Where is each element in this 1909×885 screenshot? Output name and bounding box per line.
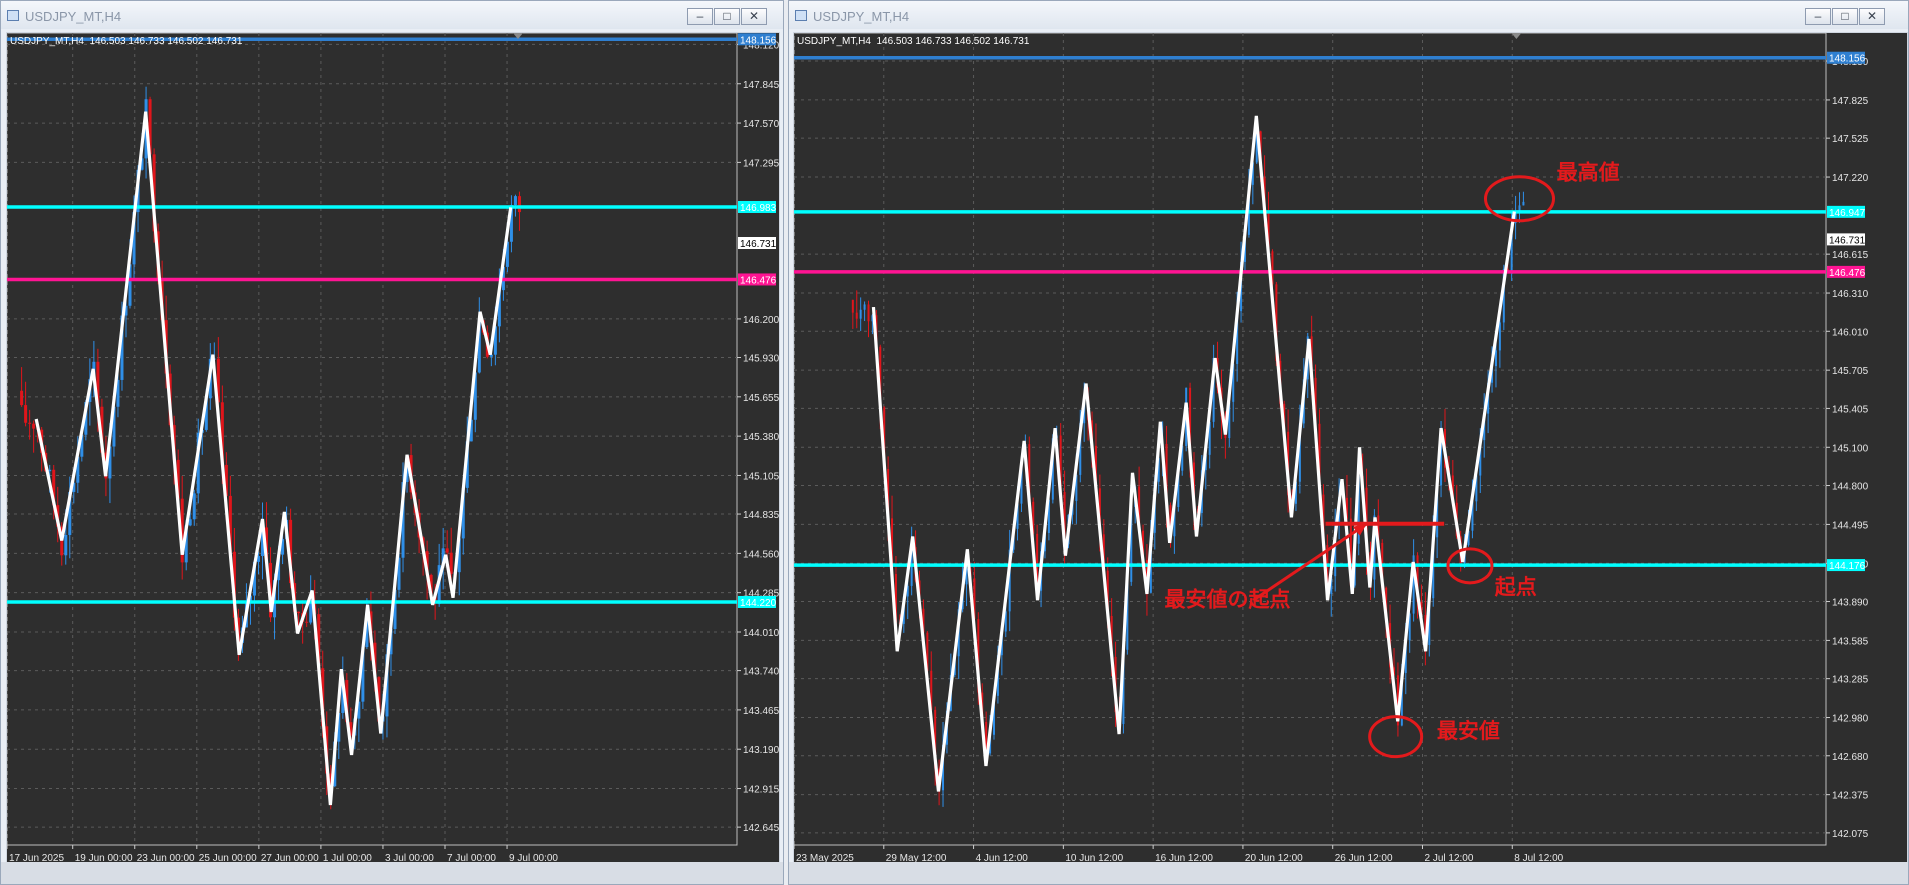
- window-bottom-strip: [789, 862, 1908, 884]
- price-tag-label: 144.220: [740, 598, 777, 609]
- close-button[interactable]: ✕: [741, 8, 767, 25]
- candle: [305, 621, 309, 623]
- annotation-label: 最安値: [1437, 719, 1500, 743]
- chart-window-icon: [795, 10, 807, 21]
- y-tick-label: 144.835: [743, 510, 779, 521]
- y-tick-label: 144.495: [1832, 520, 1869, 531]
- candle: [28, 422, 32, 424]
- chart-window-right[interactable]: USDJPY_MT,H4 – □ ✕ 142.075 142.375 142.680…: [788, 0, 1909, 885]
- y-tick-label: 147.220: [1832, 173, 1869, 184]
- candle: [192, 493, 196, 520]
- y-tick-label: 147.295: [743, 158, 779, 169]
- y-tick-label: 147.525: [1832, 134, 1869, 145]
- y-tick-label: 146.615: [1832, 250, 1869, 261]
- chart-window-icon: [7, 10, 19, 21]
- y-tick-label: 146.310: [1832, 289, 1869, 300]
- price-tag-label: 146.476: [1829, 268, 1866, 279]
- price-tag-label: 146.983: [740, 203, 777, 214]
- zigzag-line: [34, 111, 513, 806]
- annotation-label: 起点: [1494, 575, 1537, 599]
- y-tick-label: 142.915: [743, 785, 779, 796]
- chart-header: USDJPY_MT,H4 146.503 146.733 146.502 146…: [10, 36, 243, 47]
- y-tick-label: 145.705: [1832, 366, 1869, 377]
- chart-window-left[interactable]: USDJPY_MT,H4 – □ ✕ 142.645 142.915 143.190…: [0, 0, 784, 885]
- candle: [449, 552, 453, 574]
- annotation-label: 最安値の起点: [1164, 588, 1290, 612]
- y-tick-label: 142.680: [1832, 752, 1869, 763]
- window-titlebar[interactable]: USDJPY_MT,H4 – □ ✕: [1, 1, 783, 29]
- y-tick-label: 144.010: [743, 628, 779, 639]
- chart-shift-marker[interactable]: [1511, 33, 1522, 39]
- y-tick-label: 142.645: [743, 823, 779, 834]
- price-tag-label: 144.176: [1829, 561, 1866, 572]
- chart-header: USDJPY_MT,H4 146.503 146.733 146.502 146…: [797, 36, 1030, 47]
- candle: [32, 423, 36, 429]
- y-tick-label: 145.380: [743, 432, 779, 443]
- window-title: USDJPY_MT,H4: [813, 9, 910, 24]
- candle: [24, 405, 28, 423]
- y-tick-label: 143.890: [1832, 598, 1869, 609]
- y-tick-label: 147.570: [743, 119, 779, 130]
- y-tick-label: 143.585: [1832, 636, 1869, 647]
- y-tick-label: 143.465: [743, 706, 779, 717]
- minimize-button[interactable]: –: [687, 8, 713, 25]
- price-tag-label: 148.156: [740, 35, 777, 46]
- candle: [859, 309, 862, 319]
- lowest-price-circle: [1368, 715, 1424, 759]
- price-chart[interactable]: 142.645 142.915 143.190 143.465 143.740 144.0…: [6, 32, 780, 867]
- candle: [20, 390, 24, 406]
- candle: [1498, 322, 1501, 351]
- price-chart-canvas: 142.645 142.915 143.190 143.465 143.740 144.0…: [7, 33, 779, 864]
- candle: [297, 611, 301, 614]
- plot-area: [794, 33, 1827, 846]
- price-chart-canvas: 142.075 142.375 142.680 142.980 143.285 143.5…: [794, 33, 1869, 864]
- y-tick-label: 145.655: [743, 393, 779, 404]
- y-tick-label: 142.980: [1832, 714, 1869, 725]
- y-tick-label: 142.075: [1832, 829, 1869, 840]
- price-tag-label: 146.731: [1829, 235, 1866, 246]
- y-tick-label: 147.845: [743, 80, 779, 91]
- candle: [517, 196, 521, 213]
- candle: [855, 312, 858, 319]
- candle: [1494, 350, 1497, 367]
- y-tick-label: 143.740: [743, 667, 779, 678]
- close-button[interactable]: ✕: [1859, 8, 1885, 25]
- candle: [64, 534, 68, 556]
- y-tick-label: 144.800: [1832, 482, 1869, 493]
- price-tag-label: 146.947: [1829, 208, 1866, 219]
- plot-area: [7, 33, 738, 846]
- y-tick-label: 146.200: [743, 315, 779, 326]
- window-titlebar[interactable]: USDJPY_MT,H4 – □ ✕: [789, 1, 1908, 29]
- candle: [445, 548, 449, 553]
- candle: [1522, 201, 1525, 206]
- candle: [489, 354, 493, 357]
- y-tick-label: 143.285: [1832, 675, 1869, 686]
- price-tag-label: 146.731: [740, 239, 777, 250]
- y-tick-label: 145.930: [743, 354, 779, 365]
- maximize-button[interactable]: □: [1832, 8, 1858, 25]
- y-tick-label: 147.825: [1832, 96, 1869, 107]
- annotation-label: 最高値: [1557, 161, 1620, 185]
- window-title: USDJPY_MT,H4: [25, 9, 122, 24]
- candle: [188, 519, 192, 526]
- candle: [513, 196, 517, 206]
- y-tick-label: 145.105: [743, 471, 779, 482]
- y-tick-label: 145.100: [1832, 443, 1869, 454]
- maximize-button[interactable]: □: [714, 8, 740, 25]
- y-tick-label: 142.375: [1832, 791, 1869, 802]
- price-tag-label: 146.476: [740, 275, 777, 286]
- y-tick-label: 145.405: [1832, 404, 1869, 415]
- y-tick-label: 144.560: [743, 549, 779, 560]
- window-bottom-strip: [1, 862, 783, 884]
- candle: [867, 304, 870, 322]
- candle: [863, 304, 866, 310]
- price-chart[interactable]: 142.075 142.375 142.680 142.980 143.285 143.5…: [793, 32, 1908, 867]
- minimize-button[interactable]: –: [1805, 8, 1831, 25]
- y-tick-label: 146.010: [1832, 327, 1869, 338]
- price-tag-label: 148.156: [1829, 54, 1866, 65]
- y-tick-label: 143.190: [743, 745, 779, 756]
- candle: [851, 299, 854, 313]
